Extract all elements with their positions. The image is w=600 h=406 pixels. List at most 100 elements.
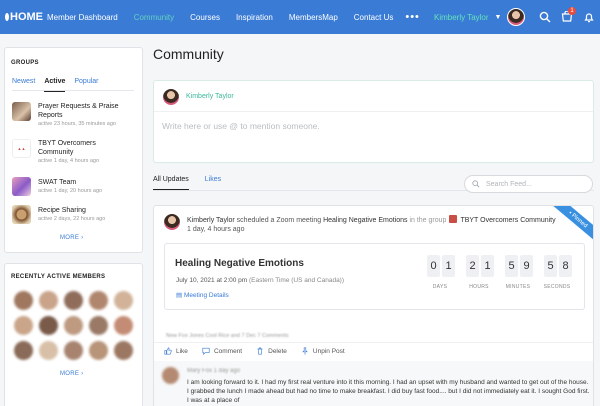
search-icon	[472, 180, 480, 188]
group-item[interactable]: Prayer Requests & Praise Reports active 2…	[12, 102, 133, 127]
group-activity: active 23 hours, 35 minutes ago	[38, 121, 116, 127]
composer-author: Kimberly Taylor	[186, 93, 234, 100]
member-avatar[interactable]	[39, 341, 58, 360]
group-thumbnail[interactable]	[12, 177, 31, 196]
unpin-label: Unpin Post	[312, 347, 345, 355]
countdown-label: HOURS	[469, 284, 489, 290]
post-time[interactable]: 1 day, 4 hours ago	[187, 226, 244, 233]
nav-inspiration[interactable]: Inspiration	[236, 13, 273, 22]
member-avatar[interactable]	[89, 316, 108, 335]
comment-author-avatar[interactable]	[162, 367, 179, 384]
user-menu[interactable]: Kimberly Taylor ▼	[434, 0, 526, 34]
divider	[154, 111, 593, 112]
member-avatar[interactable]	[39, 291, 58, 310]
post-in-group: in the group	[409, 217, 447, 224]
comment-text: I am looking forward to it. I had my fir…	[187, 379, 590, 404]
nav-more-button[interactable]: •••	[405, 11, 420, 23]
tab-likes[interactable]: Likes	[205, 176, 221, 191]
tab-all-updates[interactable]: All Updates	[153, 176, 189, 191]
post-author-avatar[interactable]	[164, 214, 180, 230]
member-avatar[interactable]	[14, 291, 33, 310]
group-item[interactable]: SWAT Team active 1 day, 20 hours ago	[12, 177, 133, 196]
group-icon	[449, 215, 458, 223]
search-button[interactable]	[534, 0, 556, 34]
group-name[interactable]: SWAT Team	[38, 178, 133, 187]
member-avatar[interactable]	[89, 291, 108, 310]
member-avatar[interactable]	[89, 341, 108, 360]
member-avatar[interactable]	[114, 291, 133, 310]
countdown-hours: 21 HOURS	[464, 255, 494, 290]
group-name[interactable]: Recipe Sharing	[38, 206, 133, 215]
groups-more-link[interactable]: MORE ›	[60, 235, 83, 241]
member-avatar[interactable]	[114, 316, 133, 335]
like-button[interactable]: Like	[164, 347, 188, 355]
search-feed-input[interactable]: Search Feed...	[464, 175, 593, 193]
reactions-summary[interactable]: New Fox Jones Cool Rice and 7 Dec 7 Comm…	[166, 333, 289, 339]
page-title: Community	[153, 46, 224, 62]
member-avatar[interactable]	[64, 316, 83, 335]
thumbs-up-icon	[164, 347, 172, 355]
group-activity: active 1 day, 4 hours ago	[38, 158, 100, 164]
group-link[interactable]: TBYT Overcomers Community	[460, 217, 555, 224]
group-name[interactable]: TBYT Overcomers Community	[38, 139, 133, 157]
member-avatar[interactable]	[114, 341, 133, 360]
comment-author[interactable]: Mary Fox 1 day ago	[187, 368, 240, 374]
group-thumbnail[interactable]	[12, 205, 31, 224]
chevron-right-icon: ›	[81, 371, 84, 377]
member-avatar[interactable]	[14, 341, 33, 360]
comment-icon	[202, 347, 210, 355]
post-actions: Like Comment Delete Unpin Post	[164, 347, 359, 355]
group-name[interactable]: Prayer Requests & Praise Reports	[38, 102, 133, 120]
main-nav: Member Dashboard Community Courses Inspi…	[47, 0, 420, 34]
member-avatar[interactable]	[64, 341, 83, 360]
nav-member-dashboard[interactable]: Member Dashboard	[47, 13, 118, 22]
members-more-link[interactable]: MORE ›	[60, 371, 83, 377]
nav-membersmap[interactable]: MembersMap	[289, 13, 338, 22]
nav-contact-us[interactable]: Contact Us	[354, 13, 394, 22]
meeting-countdown: 01 DAYS 21 HOURS 59 MINUTES 58 SECONDS	[416, 255, 572, 290]
group-item[interactable]: Recipe Sharing active 2 days, 22 hours ag…	[12, 205, 133, 224]
meeting-details-label: Meeting Details	[183, 292, 229, 299]
zoom-meeting-card: Healing Negative Emotions July 10, 2021 …	[164, 243, 585, 310]
nav-courses[interactable]: Courses	[190, 13, 220, 22]
member-avatar[interactable]	[39, 316, 58, 335]
group-thumbnail[interactable]: ▲▲	[12, 139, 31, 158]
countdown-digit: 1	[481, 255, 494, 277]
groups-more-label: MORE	[60, 235, 80, 241]
post-composer[interactable]: Kimberly Taylor Write here or use @ to m…	[153, 80, 594, 163]
group-thumbnail[interactable]	[12, 102, 31, 121]
site-logo[interactable]: HOME	[5, 11, 43, 23]
trash-icon	[257, 347, 263, 355]
chevron-right-icon: ›	[81, 235, 84, 241]
meeting-date-value: July 10, 2021 at 2:00 pm	[176, 277, 248, 284]
cart-button[interactable]: 1	[556, 0, 578, 34]
members-title: RECENTLY ACTIVE MEMBERS	[11, 274, 106, 280]
post-header: Kimberly Taylor scheduled a Zoom meeting…	[187, 215, 556, 224]
divider	[12, 90, 134, 91]
search-placeholder: Search Feed...	[486, 180, 532, 188]
group-item[interactable]: ▲▲ TBYT Overcomers Community active 1 day…	[12, 139, 133, 164]
unpin-button[interactable]: Unpin Post	[301, 347, 345, 355]
delete-button[interactable]: Delete	[256, 347, 287, 355]
chevron-down-icon[interactable]: ▼	[495, 14, 502, 21]
nav-community[interactable]: Community	[134, 13, 174, 22]
meeting-title[interactable]: Healing Negative Emotions	[175, 258, 304, 269]
member-avatar[interactable]	[64, 291, 83, 310]
meeting-details-link[interactable]: ▤ Meeting Details	[176, 291, 229, 299]
tbyt-logo-icon: ▲▲	[17, 146, 26, 151]
user-avatar[interactable]	[507, 8, 526, 26]
notifications-button[interactable]	[578, 0, 600, 34]
composer-input[interactable]: Write here or use @ to mention someone.	[162, 121, 320, 131]
meeting-link[interactable]: Healing Negative Emotions	[323, 217, 407, 224]
member-avatar[interactable]	[14, 316, 33, 335]
feed-tabs: All Updates Likes	[153, 176, 237, 191]
countdown-digit: 9	[520, 255, 533, 277]
comment-label: Comment	[213, 347, 243, 355]
user-name[interactable]: Kimberly Taylor	[434, 13, 489, 22]
post-author[interactable]: Kimberly Taylor	[187, 217, 235, 224]
group-activity: active 1 day, 20 hours ago	[38, 188, 103, 194]
like-label: Like	[176, 347, 188, 355]
comment-button[interactable]: Comment	[202, 347, 242, 355]
countdown-digit: 8	[559, 255, 572, 277]
groups-widget: GROUPS Newest Active Popular Prayer Requ…	[4, 47, 143, 253]
